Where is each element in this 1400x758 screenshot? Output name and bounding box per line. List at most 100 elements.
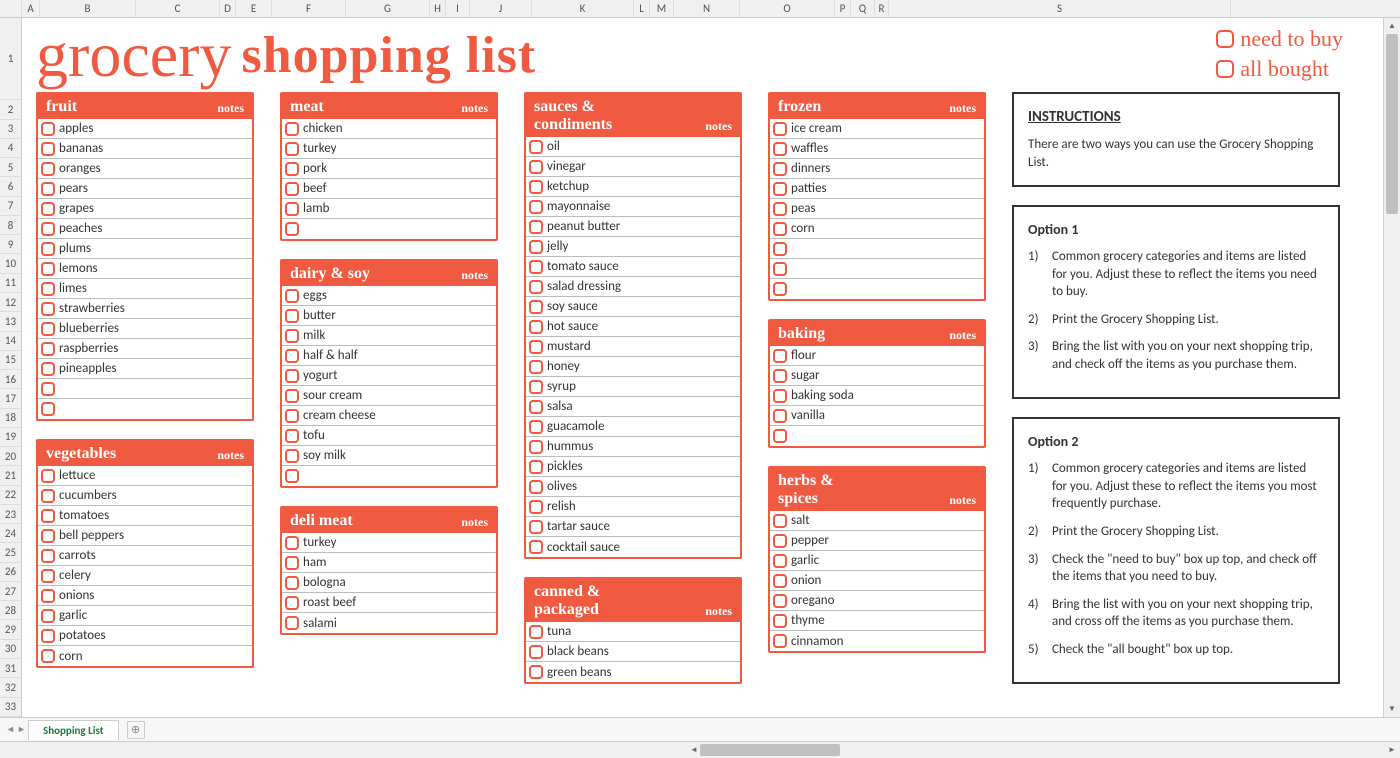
row-header-23[interactable]: 23 xyxy=(0,505,21,524)
checkbox-icon[interactable] xyxy=(529,440,543,454)
horizontal-scrollbar[interactable]: ◄ ► xyxy=(0,741,1400,758)
row-header-10[interactable]: 10 xyxy=(0,254,21,273)
row-header-11[interactable]: 11 xyxy=(0,274,21,293)
checkbox-icon[interactable] xyxy=(773,534,787,548)
list-item[interactable]: tomato sauce xyxy=(526,257,740,277)
row-header-3[interactable]: 3 xyxy=(0,120,21,139)
row-header-15[interactable]: 15 xyxy=(0,351,21,370)
checkbox-icon[interactable] xyxy=(773,142,787,156)
checkbox-icon[interactable] xyxy=(41,589,55,603)
list-item[interactable]: vinegar xyxy=(526,157,740,177)
checkbox-icon[interactable] xyxy=(41,202,55,216)
row-header-5[interactable]: 5 xyxy=(0,158,21,177)
checkbox-icon[interactable] xyxy=(41,142,55,156)
checkbox-icon[interactable] xyxy=(773,614,787,628)
checkbox-icon[interactable] xyxy=(773,389,787,403)
checkbox-icon[interactable] xyxy=(285,349,299,363)
checkbox-icon[interactable] xyxy=(773,222,787,236)
checkbox-icon[interactable] xyxy=(41,569,55,583)
list-item[interactable]: butter xyxy=(282,306,496,326)
list-item[interactable]: grapes xyxy=(38,199,252,219)
list-item[interactable] xyxy=(770,259,984,279)
list-item[interactable]: bananas xyxy=(38,139,252,159)
checkbox-icon[interactable] xyxy=(773,262,787,276)
list-item[interactable]: pickles xyxy=(526,457,740,477)
checkbox-icon[interactable] xyxy=(285,409,299,423)
list-item[interactable]: beef xyxy=(282,179,496,199)
checkbox-icon[interactable] xyxy=(773,594,787,608)
checkbox-icon[interactable] xyxy=(529,500,543,514)
list-item[interactable]: plums xyxy=(38,239,252,259)
list-item[interactable]: thyme xyxy=(770,611,984,631)
row-header-25[interactable]: 25 xyxy=(0,543,21,562)
list-item[interactable]: chicken xyxy=(282,119,496,139)
list-item[interactable]: raspberries xyxy=(38,339,252,359)
row-header-14[interactable]: 14 xyxy=(0,332,21,351)
scroll-thumb[interactable] xyxy=(1386,34,1398,214)
list-item[interactable]: lemons xyxy=(38,259,252,279)
row-header-13[interactable]: 13 xyxy=(0,312,21,331)
list-item[interactable]: honey xyxy=(526,357,740,377)
checkbox-icon[interactable] xyxy=(285,556,299,570)
scroll-up-icon[interactable]: ▲ xyxy=(1384,18,1400,34)
col-header-E[interactable]: E xyxy=(236,0,272,17)
checkbox-icon[interactable] xyxy=(529,180,543,194)
list-item[interactable]: corn xyxy=(38,646,252,666)
list-item[interactable]: peanut butter xyxy=(526,217,740,237)
row-header-16[interactable]: 16 xyxy=(0,370,21,389)
list-item[interactable]: peaches xyxy=(38,219,252,239)
list-item[interactable]: blueberries xyxy=(38,319,252,339)
checkbox-icon[interactable] xyxy=(773,182,787,196)
checkbox-icon[interactable] xyxy=(529,200,543,214)
checkbox-icon[interactable] xyxy=(41,182,55,196)
checkbox-icon[interactable] xyxy=(773,282,787,296)
list-item[interactable]: ice cream xyxy=(770,119,984,139)
list-item[interactable] xyxy=(282,466,496,486)
list-item[interactable]: corn xyxy=(770,219,984,239)
checkbox-icon[interactable] xyxy=(773,634,787,648)
col-header-I[interactable]: I xyxy=(446,0,470,17)
row-header-28[interactable]: 28 xyxy=(0,601,21,620)
row-header-32[interactable]: 32 xyxy=(0,678,21,697)
row-header-7[interactable]: 7 xyxy=(0,197,21,216)
checkbox-icon[interactable] xyxy=(1216,60,1234,78)
checkbox-icon[interactable] xyxy=(285,449,299,463)
checkbox-icon[interactable] xyxy=(41,342,55,356)
col-header-G[interactable]: G xyxy=(346,0,430,17)
col-header-A[interactable]: A xyxy=(22,0,40,17)
row-header-9[interactable]: 9 xyxy=(0,235,21,254)
checkbox-icon[interactable] xyxy=(529,460,543,474)
checkbox-icon[interactable] xyxy=(41,282,55,296)
list-item[interactable]: tofu xyxy=(282,426,496,446)
list-item[interactable]: syrup xyxy=(526,377,740,397)
list-item[interactable]: apples xyxy=(38,119,252,139)
checkbox-icon[interactable] xyxy=(529,665,543,679)
list-item[interactable]: celery xyxy=(38,566,252,586)
checkbox-icon[interactable] xyxy=(41,529,55,543)
checkbox-icon[interactable] xyxy=(529,280,543,294)
row-header-33[interactable]: 33 xyxy=(0,698,21,717)
list-item[interactable]: cocktail sauce xyxy=(526,537,740,557)
list-item[interactable]: lettuce xyxy=(38,466,252,486)
list-item[interactable]: milk xyxy=(282,326,496,346)
checkbox-icon[interactable] xyxy=(529,260,543,274)
list-item[interactable]: yogurt xyxy=(282,366,496,386)
row-header-17[interactable]: 17 xyxy=(0,389,21,408)
list-item[interactable]: potatoes xyxy=(38,626,252,646)
list-item[interactable]: guacamole xyxy=(526,417,740,437)
list-item[interactable]: carrots xyxy=(38,546,252,566)
list-item[interactable]: pears xyxy=(38,179,252,199)
checkbox-icon[interactable] xyxy=(285,309,299,323)
list-item[interactable]: pineapples xyxy=(38,359,252,379)
column-headers[interactable]: ABCDEFGHIJKLMNOPQRS xyxy=(0,0,1400,18)
checkbox-icon[interactable] xyxy=(773,122,787,136)
list-item[interactable]: vanilla xyxy=(770,406,984,426)
list-item[interactable]: black beans xyxy=(526,642,740,662)
checkbox-icon[interactable] xyxy=(285,289,299,303)
list-item[interactable]: soy milk xyxy=(282,446,496,466)
checkbox-icon[interactable] xyxy=(529,140,543,154)
checkbox-icon[interactable] xyxy=(41,509,55,523)
checkbox-icon[interactable] xyxy=(773,514,787,528)
col-header-S[interactable]: S xyxy=(889,0,1231,17)
row-header-6[interactable]: 6 xyxy=(0,177,21,196)
